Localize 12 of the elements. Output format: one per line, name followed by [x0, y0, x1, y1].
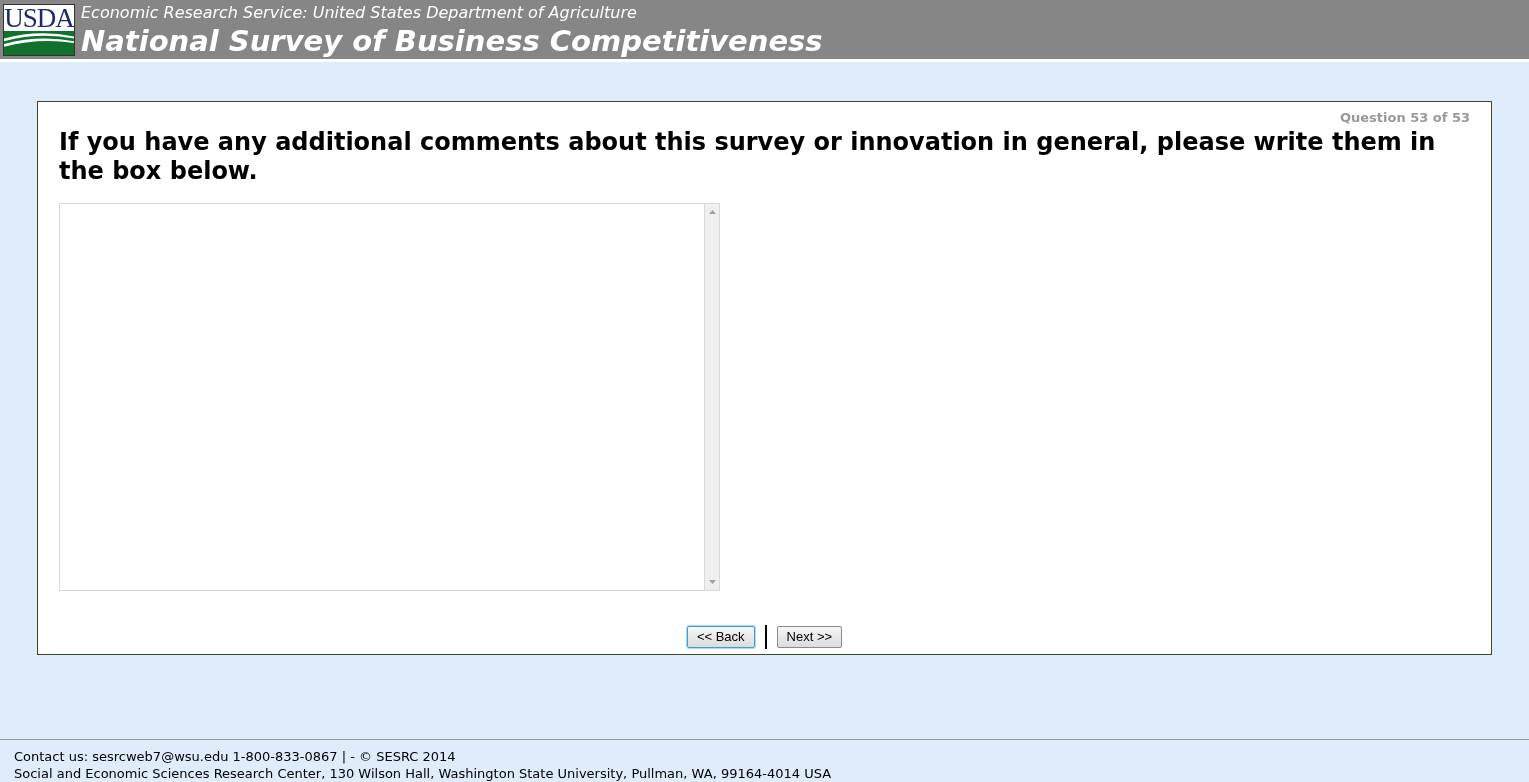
survey-title: National Survey of Business Competitiveness [81, 23, 823, 58]
question-counter: Question 53 of 53 [1339, 109, 1470, 127]
address: Social and Economic Sciences Research Center, 130 Wilson Hall, Washington State University, Pullman, WA, 99164-4014 USA [14, 765, 833, 782]
scroll-down-icon[interactable] [708, 579, 716, 584]
question-text: If you have any additional comments about this survey or innovation in general, please write them in the box below. [59, 127, 1437, 186]
back-button[interactable]: << Back [686, 625, 755, 648]
agency-name: Economic Research Service: United States Department of Agriculture [81, 1, 638, 24]
scrollbar[interactable] [704, 202, 720, 591]
usda-logo: USDA [3, 3, 75, 56]
scroll-up-icon[interactable] [708, 209, 716, 214]
contact-info: Contact us: sesrcweb7@wsu.edu 1-800-833-0867 | - © SESRC 2014 [14, 748, 457, 765]
next-button[interactable]: Next >> [776, 625, 843, 648]
